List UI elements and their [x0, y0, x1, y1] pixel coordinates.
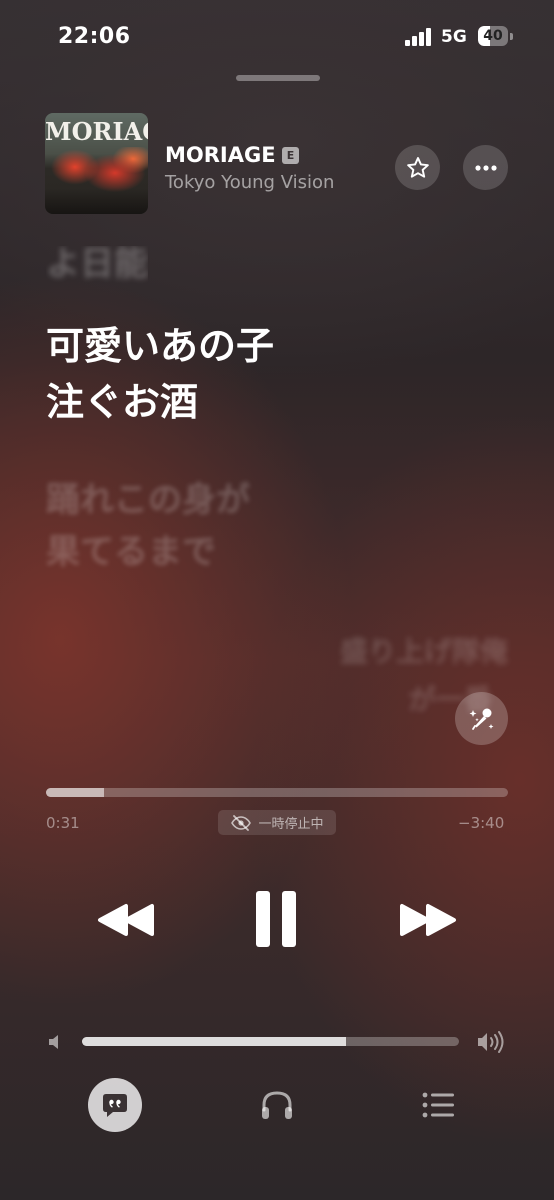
lyric-next[interactable]: 踊れこの身が 果てるまで — [46, 474, 250, 578]
pause-icon — [256, 891, 296, 947]
explicit-badge: E — [282, 147, 299, 164]
paused-eye-icon — [231, 814, 252, 831]
playback-progress-fill — [46, 788, 104, 797]
ellipsis-icon — [474, 164, 497, 171]
album-art-title: MORIAGE — [45, 117, 148, 146]
remaining-time: −3:40 — [458, 814, 505, 832]
lyric-current-line: 可愛いあの子 — [46, 324, 275, 368]
lyric-current[interactable]: 可愛いあの子 注ぐお酒 — [46, 318, 274, 430]
star-icon — [406, 156, 429, 178]
volume-high-icon — [476, 1028, 508, 1056]
pause-button[interactable] — [246, 886, 306, 952]
paused-status-badge: 一時停止中 — [218, 810, 336, 835]
volume-slider[interactable] — [82, 1037, 459, 1046]
playback-scrubber[interactable] — [46, 788, 508, 797]
paused-label: 一時停止中 — [258, 817, 324, 832]
battery-level: 40 — [483, 28, 503, 44]
microphone-sparkle-icon — [469, 708, 493, 730]
elapsed-time: 0:31 — [46, 814, 80, 832]
sing-button[interactable] — [455, 692, 508, 745]
lyric-background-line: 盛り上げ隊俺 — [339, 635, 508, 668]
artist-name[interactable]: Tokyo Young Vision — [165, 172, 334, 193]
volume-fill — [82, 1037, 346, 1046]
sheet-grabber[interactable] — [236, 75, 320, 81]
lyric-next-line: 果てるまで — [46, 532, 216, 572]
fast-forward-button[interactable] — [396, 896, 460, 944]
cellular-signal-icon — [405, 28, 433, 46]
fast-forward-icon — [400, 904, 456, 936]
status-time: 22:06 — [58, 24, 131, 49]
audio-output-button[interactable] — [258, 1086, 296, 1124]
headphones-icon — [262, 1091, 292, 1119]
list-icon — [422, 1092, 454, 1118]
rewind-icon — [98, 904, 154, 936]
lyrics-button[interactable] — [88, 1078, 142, 1132]
favorite-button[interactable] — [395, 145, 440, 190]
album-artwork[interactable]: MORIAGE — [45, 113, 148, 214]
lyric-current-line: 注ぐお酒 — [46, 380, 199, 424]
lyrics-bubble-icon — [103, 1094, 127, 1117]
rewind-button[interactable] — [94, 896, 158, 944]
battery-icon: 40 — [478, 26, 514, 48]
network-type: 5G — [441, 27, 467, 47]
queue-button[interactable] — [420, 1090, 456, 1120]
lyric-next-line: 踊れこの身が — [46, 480, 250, 520]
song-title[interactable]: MORIAGE — [165, 143, 276, 167]
more-button[interactable] — [463, 145, 508, 190]
volume-low-icon — [46, 1032, 66, 1052]
